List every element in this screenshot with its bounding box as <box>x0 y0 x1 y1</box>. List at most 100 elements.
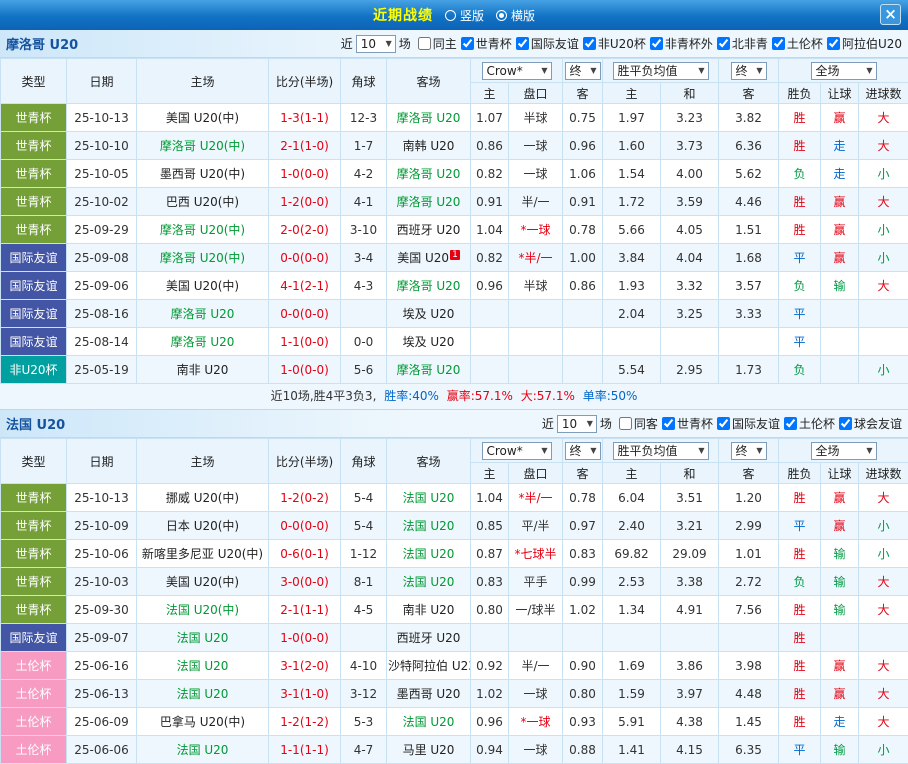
crow-away-odds-cell: 0.97 <box>563 512 603 540</box>
filter-checkbox[interactable]: 土伦杯 <box>772 35 823 52</box>
filter-checkbox[interactable]: 非青杯外 <box>650 35 713 52</box>
crow-away-odds-cell: 0.90 <box>563 652 603 680</box>
away-cell: 法国 U20 <box>387 540 471 568</box>
avg-odds-select[interactable]: 胜平负均值▼ <box>613 442 709 460</box>
checkbox-input[interactable] <box>772 37 785 50</box>
matches-table: 类型 日期 主场 比分(半场) 角球 客场 Crow*▼ 终▼ 胜平负均值▼ <box>0 438 908 764</box>
checkbox-input[interactable] <box>717 417 730 430</box>
handicap-cell <box>509 328 563 356</box>
crow-away-odds-cell: 0.88 <box>563 736 603 764</box>
competition-cell: 世青杯 <box>1 484 67 512</box>
filter-checkbox[interactable]: 世青杯 <box>461 35 512 52</box>
filter-checkbox[interactable]: 土伦杯 <box>784 415 835 432</box>
crow-away-odds-cell: 0.80 <box>563 680 603 708</box>
checkbox-input[interactable] <box>662 417 675 430</box>
date-cell: 25-06-13 <box>67 680 137 708</box>
home-cell: 南非 U20 <box>137 356 269 384</box>
avg-away-odds-cell: 1.73 <box>719 356 779 384</box>
home-team: 摩洛哥 U20 <box>171 335 235 349</box>
corner-cell: 8-1 <box>341 568 387 596</box>
checkbox-input[interactable] <box>583 37 596 50</box>
match-count-select[interactable]: 10▼ <box>356 35 396 53</box>
avg-home-odds-cell: 1.72 <box>603 188 661 216</box>
close-icon[interactable]: × <box>880 4 901 25</box>
match-row: 世青杯25-09-29摩洛哥 U20(中)2-0(2-0)3-10西班牙 U20… <box>1 216 908 244</box>
checkbox-input[interactable] <box>619 417 632 430</box>
scope-select[interactable]: 全场▼ <box>811 62 877 80</box>
scope-select[interactable]: 全场▼ <box>811 442 877 460</box>
radio-label: 竖版 <box>460 7 484 24</box>
match-row: 国际友谊25-08-14摩洛哥 U201-1(0-0)0-0埃及 U20平 <box>1 328 908 356</box>
avg-odds-select[interactable]: 胜平负均值▼ <box>613 62 709 80</box>
competition-cell: 世青杯 <box>1 512 67 540</box>
match-count-select[interactable]: 10▼ <box>557 415 597 433</box>
corner-cell: 1-12 <box>341 540 387 568</box>
home-cell: 日本 U20(中) <box>137 512 269 540</box>
date-cell: 25-06-16 <box>67 652 137 680</box>
filter-checkbox[interactable]: 非U20杯 <box>583 35 646 52</box>
checkbox-input[interactable] <box>461 37 474 50</box>
filter-checkbox[interactable]: 国际友谊 <box>717 415 780 432</box>
avg-home-odds-cell: 2.40 <box>603 512 661 540</box>
checkbox-input[interactable] <box>827 37 840 50</box>
checkbox-input[interactable] <box>418 37 431 50</box>
final-odds-select[interactable]: 终▼ <box>565 442 601 460</box>
competition-cell: 世青杯 <box>1 160 67 188</box>
odds-source-select[interactable]: Crow*▼ <box>482 62 552 80</box>
checkbox-input[interactable] <box>784 417 797 430</box>
match-row: 国际友谊25-08-16摩洛哥 U200-0(0-0)埃及 U202.043.2… <box>1 300 908 328</box>
scope-group-header: 全场▼ <box>779 59 908 83</box>
avg-home-odds-cell: 1.59 <box>603 680 661 708</box>
checkbox-input[interactable] <box>650 37 663 50</box>
crow-away-odds-cell: 1.02 <box>563 596 603 624</box>
final-odds-select[interactable]: 终▼ <box>731 62 767 80</box>
goals-result-cell: 大 <box>859 272 908 300</box>
home-team: 摩洛哥 U20(中) <box>160 139 245 153</box>
avg-draw-odds-cell: 3.38 <box>661 568 719 596</box>
filter-checkbox[interactable]: 国际友谊 <box>516 35 579 52</box>
checkbox-input[interactable] <box>839 417 852 430</box>
filter-checkbox[interactable]: 球会友谊 <box>839 415 902 432</box>
odds-source-select[interactable]: Crow*▼ <box>482 442 552 460</box>
avg-home-odds-cell: 5.91 <box>603 708 661 736</box>
score-cell: 1-2(1-2) <box>269 708 341 736</box>
checkbox-input[interactable] <box>516 37 529 50</box>
filter-checkbox[interactable]: 北非青 <box>717 35 768 52</box>
goals-result-cell <box>859 300 908 328</box>
handicap-cell: 半/一 <box>509 188 563 216</box>
goals-result-cell <box>859 624 908 652</box>
avg-away-odds-cell: 3.98 <box>719 652 779 680</box>
competition-cell: 世青杯 <box>1 132 67 160</box>
away-cell: 西班牙 U20 <box>387 624 471 652</box>
chevron-down-icon: ▼ <box>541 446 547 455</box>
col-header-type: 类型 <box>1 439 67 484</box>
filter-checkbox[interactable]: 同客 <box>619 415 658 432</box>
score-cell: 0-0(0-0) <box>269 300 341 328</box>
result-cell: 负 <box>779 272 821 300</box>
home-cell: 法国 U20 <box>137 680 269 708</box>
goals-result-cell: 小 <box>859 512 908 540</box>
home-team: 美国 U20(中) <box>166 575 239 589</box>
col-header-home: 主场 <box>137 439 269 484</box>
home-team: 法国 U20 <box>177 631 229 645</box>
score-cell: 0-6(0-1) <box>269 540 341 568</box>
away-cell: 摩洛哥 U20 <box>387 104 471 132</box>
final-odds-select[interactable]: 终▼ <box>731 442 767 460</box>
filter-checkbox[interactable]: 同主 <box>418 35 457 52</box>
handicap-result-cell <box>821 624 859 652</box>
layout-vertical-radio[interactable]: 竖版 <box>445 7 484 24</box>
result-cell: 胜 <box>779 624 821 652</box>
filter-checkbox[interactable]: 世青杯 <box>662 415 713 432</box>
away-cell: 南非 U20 <box>387 596 471 624</box>
home-cell: 法国 U20 <box>137 624 269 652</box>
corner-cell: 5-4 <box>341 484 387 512</box>
chevron-down-icon: ▼ <box>386 39 392 48</box>
checkbox-input[interactable] <box>717 37 730 50</box>
team-section: 摩洛哥 U20 近 10▼ 场 同主世青杯国际友谊非U20杯非青杯外北非青土伦杯… <box>0 30 908 410</box>
filter-checkbox[interactable]: 阿拉伯U20 <box>827 35 902 52</box>
home-team: 美国 U20(中) <box>166 279 239 293</box>
home-cell: 挪威 U20(中) <box>137 484 269 512</box>
final-odds-select[interactable]: 终▼ <box>565 62 601 80</box>
avg-away-odds-cell <box>719 328 779 356</box>
layout-horizontal-radio[interactable]: 横版 <box>496 7 535 24</box>
